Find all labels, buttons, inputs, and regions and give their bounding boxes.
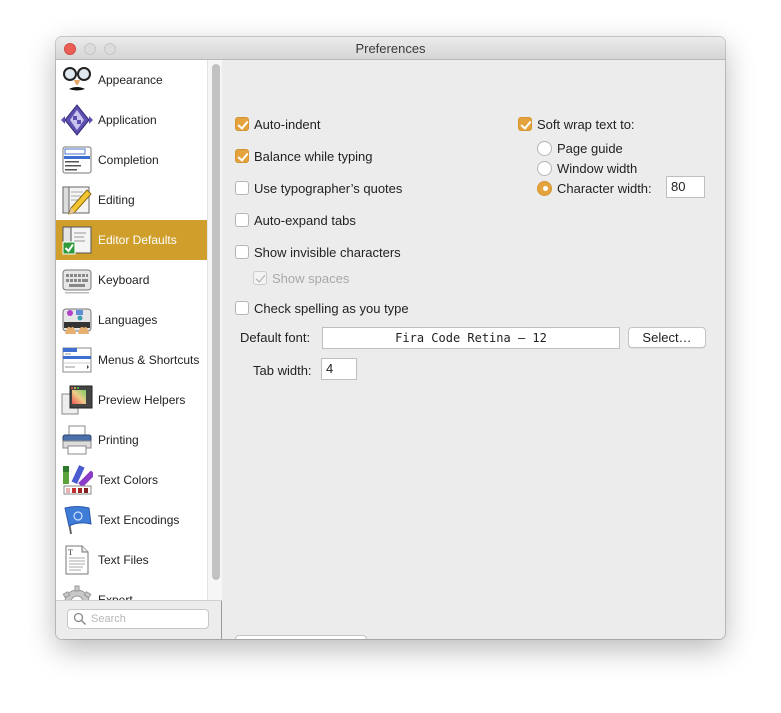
sidebar-item-printing[interactable]: Printing	[56, 420, 207, 460]
show-invisibles-checkbox[interactable]: Show invisible characters	[235, 243, 401, 261]
completion-list-icon	[61, 144, 93, 176]
radio-button[interactable]	[537, 140, 552, 156]
title-bar[interactable]: Preferences	[56, 37, 725, 60]
zoom-button[interactable]	[104, 43, 116, 55]
select-font-button[interactable]: Select…	[628, 327, 706, 348]
preview-icon	[61, 384, 93, 416]
sidebar-item-label: Appearance	[98, 73, 163, 87]
checkbox-label: Check spelling as you type	[254, 300, 409, 316]
checkbox-label: Use typographer’s quotes	[254, 180, 403, 196]
sidebar-item-keyboard[interactable]: Keyboard	[56, 260, 207, 300]
sidebar-item-languages[interactable]: Languages	[56, 300, 207, 340]
checkbox-label: Auto-expand tabs	[254, 212, 356, 228]
radio-button[interactable]	[537, 180, 552, 196]
radio-label: Window width	[557, 160, 638, 176]
sidebar-item-application[interactable]: Application	[56, 100, 207, 140]
auto-expand-tabs-checkbox[interactable]: Auto-expand tabs	[235, 211, 356, 229]
tab-width-field[interactable]: 4	[321, 358, 357, 380]
close-button[interactable]	[64, 43, 76, 55]
restore-defaults-button[interactable]: Restore Defaults	[235, 635, 367, 639]
sidebar-item-label: Editor Defaults	[98, 233, 177, 247]
sidebar-item-label: Printing	[98, 433, 139, 447]
sidebar-scrollbar[interactable]	[207, 60, 222, 600]
default-font-label: Default font:	[240, 330, 311, 345]
auto-indent-checkbox[interactable]: Auto-indent	[235, 115, 321, 133]
window-title: Preferences	[355, 41, 426, 56]
preferences-window: Preferences Appearance Application Compl…	[56, 37, 725, 639]
check-spelling-checkbox[interactable]: Check spelling as you type	[235, 299, 409, 317]
radio-button[interactable]	[537, 160, 552, 176]
sidebar-item-editor-defaults[interactable]: Editor Defaults	[56, 220, 207, 260]
radio-label: Page guide	[557, 140, 623, 156]
typographers-quotes-checkbox[interactable]: Use typographer’s quotes	[235, 179, 402, 197]
sidebar-item-menus-shortcuts[interactable]: Menus & Shortcuts	[56, 340, 207, 380]
checkbox-label: Soft wrap text to:	[537, 116, 635, 132]
radio-label: Character width:	[557, 180, 652, 196]
sidebar-item-label: Editing	[98, 193, 135, 207]
checkbox-box[interactable]	[235, 213, 249, 227]
pencil-document-icon	[61, 184, 93, 216]
sidebar-item-label: Text Files	[98, 553, 149, 567]
sidebar-item-text-colors[interactable]: Text Colors	[56, 460, 207, 500]
soft-wrap-checkbox[interactable]: Soft wrap text to:	[518, 115, 635, 133]
checkbox-label: Balance while typing	[254, 148, 373, 164]
checkbox-box[interactable]	[518, 117, 532, 131]
sidebar-item-label: Menus & Shortcuts	[98, 353, 200, 367]
text-file-icon: T	[61, 544, 93, 576]
sidebar-item-expert[interactable]: Expert	[56, 580, 207, 601]
checkbox-label: Show invisible characters	[254, 244, 401, 260]
radio-character-width[interactable]: Character width:	[537, 179, 652, 197]
checkbox-box[interactable]	[235, 245, 249, 259]
checkbox-box[interactable]	[235, 117, 249, 131]
sidebar-list: Appearance Application Completion Editin…	[56, 60, 222, 601]
sidebar-item-label: Languages	[98, 313, 158, 327]
gear-icon	[61, 584, 93, 600]
sidebar-item-label: Expert	[98, 593, 133, 601]
menu-icon	[61, 344, 93, 376]
sidebar-item-text-files[interactable]: T Text Files	[56, 540, 207, 580]
sidebar-item-label: Text Encodings	[98, 513, 180, 527]
application-diamond-icon	[61, 104, 93, 136]
languages-typing-icon	[61, 304, 93, 336]
checkbox-box[interactable]	[235, 301, 249, 315]
sidebar-item-label: Keyboard	[98, 273, 150, 287]
tab-width-label: Tab width:	[253, 363, 312, 378]
sidebar-item-label: Text Colors	[98, 473, 159, 487]
checkbox-box[interactable]	[235, 181, 249, 195]
default-font-field[interactable]: Fira Code Retina — 12	[322, 327, 620, 349]
flag-icon	[61, 504, 93, 536]
keyboard-icon	[61, 264, 93, 296]
checkbox-label: Auto-indent	[254, 116, 321, 132]
sidebar-item-label: Completion	[98, 153, 159, 167]
balance-while-typing-checkbox[interactable]: Balance while typing	[235, 147, 373, 165]
svg-text:T: T	[68, 548, 73, 557]
minimize-button[interactable]	[84, 43, 96, 55]
sidebar: Appearance Application Completion Editin…	[56, 60, 222, 639]
character-width-field[interactable]: 80	[666, 176, 705, 198]
sidebar-scrollbar-thumb[interactable]	[212, 64, 220, 580]
printer-icon	[61, 424, 93, 456]
search-placeholder: Search	[91, 613, 126, 625]
sidebar-item-label: Preview Helpers	[98, 393, 186, 407]
sidebar-item-text-encodings[interactable]: Text Encodings	[56, 500, 207, 540]
search-field[interactable]: Search	[67, 609, 209, 629]
radio-page-guide[interactable]: Page guide	[537, 139, 623, 157]
search-icon	[73, 612, 87, 626]
checkbox-box	[253, 271, 267, 285]
checkbox-label: Show spaces	[272, 270, 350, 286]
sidebar-item-completion[interactable]: Completion	[56, 140, 207, 180]
sidebar-item-preview-helpers[interactable]: Preview Helpers	[56, 380, 207, 420]
sidebar-item-label: Application	[98, 113, 157, 127]
show-spaces-checkbox: Show spaces	[253, 269, 349, 287]
checkbox-box[interactable]	[235, 149, 249, 163]
sidebar-item-editing[interactable]: Editing	[56, 180, 207, 220]
color-swatches-icon	[61, 464, 96, 496]
radio-window-width[interactable]: Window width	[537, 159, 637, 177]
editor-defaults-check-icon	[61, 224, 93, 256]
sidebar-item-appearance[interactable]: Appearance	[56, 60, 207, 100]
editor-defaults-pane: Auto-indent Balance while typing Use typ…	[223, 60, 725, 639]
glasses-disguise-icon	[61, 64, 93, 96]
